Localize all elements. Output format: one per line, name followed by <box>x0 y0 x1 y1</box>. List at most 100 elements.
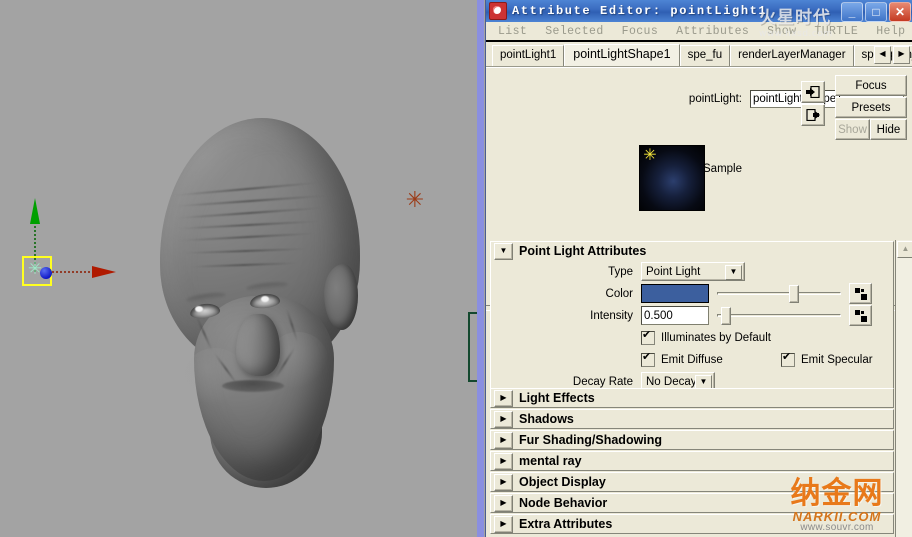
intensity-slider[interactable] <box>715 306 843 325</box>
expand-triangle-icon[interactable]: ▶ <box>494 494 513 512</box>
section-label: Shadows <box>519 412 574 426</box>
maximize-button[interactable]: □ <box>865 2 887 22</box>
type-row: Type Point Light ▼ <box>491 261 893 282</box>
manipulator-center-handle[interactable] <box>40 267 52 279</box>
chevron-down-icon[interactable]: ▼ <box>725 265 742 280</box>
menu-list[interactable]: List <box>498 25 527 38</box>
emit-specular-checkbox[interactable]: Emit Specular <box>781 351 873 369</box>
type-label: Type <box>608 265 633 278</box>
section-node-behavior[interactable]: ▶ Node Behavior <box>490 493 894 513</box>
model-mouth <box>222 380 284 392</box>
slider-track <box>717 292 841 295</box>
copy-tab-icon[interactable] <box>801 104 825 126</box>
model-eye-highlight-right <box>261 296 269 302</box>
section-extra-attributes[interactable]: ▶ Extra Attributes <box>490 514 894 534</box>
window-controls: _ □ ✕ <box>841 2 911 22</box>
node-tab-bar: pointLight1 pointLightShape1 spe_fu rend… <box>486 42 912 67</box>
color-row: Color <box>491 283 893 304</box>
decay-rate-label: Decay Rate <box>572 375 633 388</box>
section-label: Fur Shading/Shadowing <box>519 433 663 447</box>
expand-triangle-icon[interactable]: ▶ <box>494 452 513 470</box>
menu-selected[interactable]: Selected <box>545 25 603 38</box>
expand-triangle-icon[interactable]: ▶ <box>494 473 513 491</box>
load-into-editor-icon[interactable] <box>801 81 825 103</box>
type-dropdown[interactable]: Point Light ▼ <box>641 262 745 281</box>
point-light-icon[interactable]: ✳ <box>404 190 426 212</box>
presets-button[interactable]: Presets <box>835 97 907 118</box>
emit-row: Emit Diffuse Emit Specular <box>491 349 893 370</box>
unload-arrow-icon <box>806 109 820 121</box>
tab-pointLight1[interactable]: pointLight1 <box>492 45 565 66</box>
scroll-up-arrow-icon[interactable]: ▲ <box>897 241 912 258</box>
attribute-editor-scrollbar[interactable]: ▲ <box>895 240 912 537</box>
menu-focus[interactable]: Focus <box>622 25 659 38</box>
attribute-editor-window: Attribute Editor: pointLight1 _ □ ✕ 火星时代… <box>485 0 912 537</box>
color-map-button[interactable] <box>849 283 872 304</box>
tab-next-arrow-icon[interactable]: ▶ <box>893 46 910 64</box>
emit-specular-label: Emit Specular <box>801 353 873 366</box>
node-name-label: pointLight: <box>688 93 742 105</box>
color-slider[interactable] <box>715 284 843 303</box>
3d-viewport[interactable]: ✳ ✳ <box>0 0 485 537</box>
section-light-effects[interactable]: ▶ Light Effects <box>490 388 894 408</box>
application-window: ✳ ✳ Attribute Editor: pointLight1 _ □ ✕ … <box>0 0 912 537</box>
viewport-edge-scrollbar[interactable] <box>477 0 484 537</box>
slider-thumb[interactable] <box>721 307 731 325</box>
checker-map-icon <box>854 287 867 300</box>
section-shadows[interactable]: ▶ Shadows <box>490 409 894 429</box>
menu-attributes[interactable]: Attributes <box>676 25 749 38</box>
illuminates-by-default-checkbox[interactable]: Illuminates by Default <box>641 329 771 347</box>
move-manipulator[interactable]: ✳ <box>8 190 118 295</box>
illuminates-by-default-label: Illuminates by Default <box>661 331 771 344</box>
checkbox-icon[interactable] <box>781 351 795 367</box>
expand-triangle-icon[interactable]: ▶ <box>494 410 513 428</box>
menu-turtle[interactable]: TURTLE <box>814 25 858 38</box>
show-button[interactable]: Show <box>835 119 870 140</box>
point-light-attributes-section: ▼ Point Light Attributes Type Point Ligh… <box>490 241 894 397</box>
sample-star-icon: ✳ <box>643 145 657 164</box>
menu-help[interactable]: Help <box>876 25 905 38</box>
point-light-attributes-header[interactable]: ▼ Point Light Attributes <box>491 242 893 260</box>
collapse-triangle-icon[interactable]: ▼ <box>494 242 513 260</box>
tab-spe_fu[interactable]: spe_fu <box>679 45 731 66</box>
tab-pointLightShape1[interactable]: pointLightShape1 <box>564 44 680 66</box>
intensity-label: Intensity <box>590 309 633 322</box>
close-button[interactable]: ✕ <box>889 2 911 22</box>
intensity-map-button[interactable] <box>849 305 872 326</box>
x-axis-arrow <box>92 266 116 278</box>
maya-app-icon <box>489 2 507 20</box>
color-label: Color <box>605 287 633 300</box>
expand-triangle-icon[interactable]: ▶ <box>494 431 513 449</box>
slider-thumb[interactable] <box>789 285 800 303</box>
minimize-button[interactable]: _ <box>841 2 863 22</box>
section-label: Object Display <box>519 475 606 489</box>
checkbox-icon[interactable] <box>641 329 655 345</box>
tab-scroll-arrows: ◀ ▶ <box>874 46 910 64</box>
section-label: Light Effects <box>519 391 595 405</box>
model-eye-highlight-left <box>195 306 203 312</box>
intensity-value-field[interactable]: 0.500 <box>641 306 709 325</box>
hide-button[interactable]: Hide <box>870 119 907 140</box>
slider-track <box>717 314 841 317</box>
intensity-sample-swatch[interactable]: ✳ <box>639 145 705 211</box>
title-bar[interactable]: Attribute Editor: pointLight1 _ □ ✕ 火星时代… <box>486 0 912 39</box>
menu-show[interactable]: Show <box>767 25 796 38</box>
section-mental-ray[interactable]: ▶ mental ray <box>490 451 894 471</box>
section-fur-shading-shadowing[interactable]: ▶ Fur Shading/Shadowing <box>490 430 894 450</box>
tab-renderLayerManager[interactable]: renderLayerManager <box>730 45 854 66</box>
menu-bar: List Selected Focus Attributes Show TURT… <box>486 22 912 42</box>
checkbox-icon[interactable] <box>641 351 655 367</box>
expand-triangle-icon[interactable]: ▶ <box>494 515 513 533</box>
section-object-display[interactable]: ▶ Object Display <box>490 472 894 492</box>
collapsed-sections-list: ▶ Light Effects ▶ Shadows ▶ Fur Shading/… <box>490 388 894 535</box>
focus-button[interactable]: Focus <box>835 75 907 96</box>
emit-diffuse-label: Emit Diffuse <box>661 353 723 366</box>
model-ear <box>324 264 358 330</box>
model-nose <box>236 314 280 376</box>
tab-prev-arrow-icon[interactable]: ◀ <box>874 46 891 64</box>
emit-diffuse-checkbox[interactable]: Emit Diffuse <box>641 351 781 369</box>
expand-triangle-icon[interactable]: ▶ <box>494 389 513 407</box>
head-model[interactable] <box>148 118 373 488</box>
color-swatch[interactable] <box>641 284 709 303</box>
load-arrow-icon <box>806 86 820 98</box>
